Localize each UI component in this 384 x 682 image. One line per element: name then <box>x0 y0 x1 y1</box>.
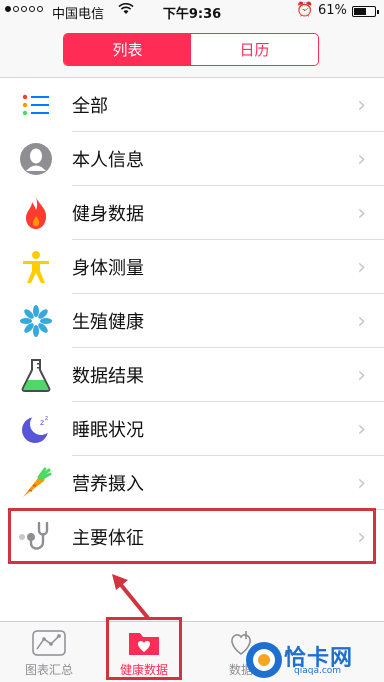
chevron-right-icon: › <box>357 470 366 496</box>
list-item-label: 营养摄入 <box>72 474 144 495</box>
list-item-label: 数据结果 <box>72 366 144 387</box>
person-icon <box>18 141 54 177</box>
flower-icon <box>18 303 54 339</box>
flask-icon <box>18 357 54 393</box>
battery-icon <box>352 6 379 17</box>
chevron-right-icon: › <box>357 146 366 172</box>
list-item-label: 生殖健康 <box>72 312 144 333</box>
moon-icon: z z <box>18 411 54 447</box>
tab-dashboard[interactable]: 图表汇总 <box>14 622 84 682</box>
watermark-url: qiaqa.com <box>294 666 342 676</box>
chevron-right-icon: › <box>357 92 366 118</box>
chevron-right-icon: › <box>357 254 366 280</box>
chart-icon <box>32 629 66 657</box>
annotation-highlight-box <box>8 508 376 564</box>
list-item-reproductive-health[interactable]: 生殖健康 › <box>0 294 384 348</box>
carrot-icon <box>18 465 54 501</box>
view-segmented-control: 列表 日历 <box>63 33 319 66</box>
list-item-label: 健身数据 <box>72 204 144 225</box>
annotation-arrow-icon <box>112 574 150 620</box>
header: 列表 日历 <box>0 24 384 78</box>
status-bar: 中国电信 下午9:36 ⏰ 61% <box>0 0 384 24</box>
svg-text:z: z <box>45 415 48 422</box>
list-item-body-measurements[interactable]: 身体测量 › <box>0 240 384 294</box>
segment-list[interactable]: 列表 <box>64 34 191 65</box>
annotation-highlight-box <box>106 617 182 680</box>
list-item-personal-info[interactable]: 本人信息 › <box>0 132 384 186</box>
list-item-data-results[interactable]: 数据结果 › <box>0 348 384 402</box>
body-figure-icon <box>18 249 54 285</box>
watermark: 恰卡网 qiaqa.com <box>244 636 384 682</box>
list-icon <box>18 87 54 123</box>
chevron-right-icon: › <box>357 308 366 334</box>
alarm-icon: ⏰ <box>296 2 314 18</box>
chevron-right-icon: › <box>357 200 366 226</box>
watermark-logo-icon <box>246 642 282 678</box>
chevron-right-icon: › <box>357 416 366 442</box>
list-item-all[interactable]: 全部 › <box>0 78 384 132</box>
tab-label: 图表汇总 <box>24 663 73 677</box>
list-item-label: 睡眠状况 <box>72 420 144 441</box>
flame-icon <box>18 195 54 231</box>
list-item-fitness-data[interactable]: 健身数据 › <box>0 186 384 240</box>
battery-percent: 61% <box>318 3 347 18</box>
chevron-right-icon: › <box>357 362 366 388</box>
list-item-nutrition[interactable]: 营养摄入 › <box>0 456 384 510</box>
list-item-label: 本人信息 <box>72 150 144 171</box>
list-item-sleep[interactable]: z z 睡眠状况 › <box>0 402 384 456</box>
segment-calendar[interactable]: 日历 <box>191 34 318 65</box>
svg-text:z: z <box>40 418 44 427</box>
list-item-label: 身体测量 <box>72 258 144 279</box>
list-item-label: 全部 <box>72 96 108 117</box>
